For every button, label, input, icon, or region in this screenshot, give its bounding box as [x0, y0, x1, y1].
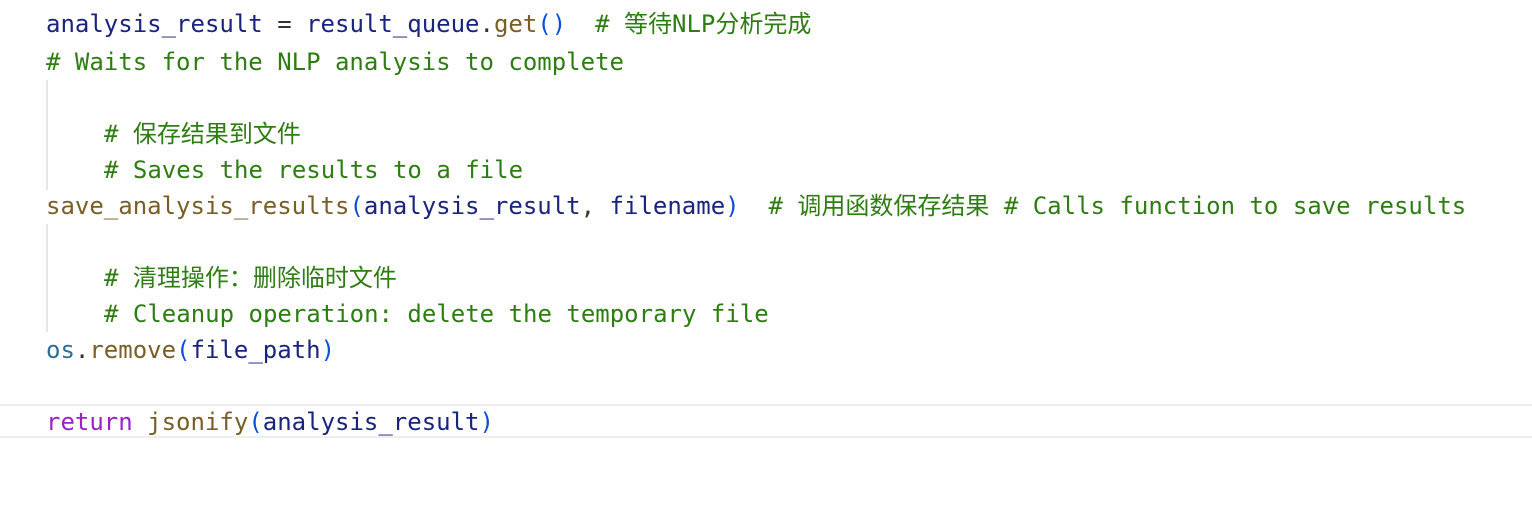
object-token: result_queue	[306, 10, 480, 38]
dot-token: .	[479, 10, 494, 38]
module-token: os	[46, 336, 75, 364]
code-line-12[interactable]: return jsonify(analysis_result)	[0, 404, 1532, 440]
code-line-10[interactable]: os.remove(file_path)	[0, 332, 1532, 368]
operator-token: =	[262, 10, 307, 38]
argument-token: analysis_result	[262, 408, 480, 436]
function-token: remove	[89, 336, 177, 364]
keyword-token: return	[46, 408, 133, 436]
comment-token: # Saves the results to a file	[104, 156, 524, 184]
comment-token: # 调用函数保存结果 # Calls function to save resu…	[739, 192, 1467, 220]
function-token: jsonify	[147, 408, 249, 436]
paren-token: (	[349, 192, 364, 220]
code-line-8[interactable]: # 清理操作：删除临时文件	[0, 260, 1532, 296]
variable-token: analysis_result	[46, 10, 263, 38]
paren-token: )	[479, 408, 494, 436]
code-line-4[interactable]: # 保存结果到文件	[0, 116, 1532, 152]
paren-token: )	[725, 192, 740, 220]
paren-token: (	[248, 408, 263, 436]
comment-token: # 保存结果到文件	[104, 120, 301, 148]
comment-token: # Cleanup operation: delete the temporar…	[104, 300, 769, 328]
dot-token: .	[74, 336, 90, 364]
code-line-content: return jsonify(analysis_result)	[46, 404, 494, 440]
comment-token: # 清理操作：删除临时文件	[104, 264, 397, 292]
code-line-5[interactable]: # Saves the results to a file	[0, 152, 1532, 188]
code-line-6[interactable]: save_analysis_results(analysis_result, f…	[0, 188, 1532, 224]
code-line-1[interactable]: analysis_result = result_queue.get() # 等…	[0, 6, 1532, 42]
code-editor[interactable]: analysis_result = result_queue.get() # 等…	[0, 0, 1532, 470]
argument-token: file_path	[190, 336, 321, 364]
function-token: save_analysis_results	[46, 192, 350, 220]
comma-token: ,	[580, 192, 610, 220]
argument-token: analysis_result	[363, 192, 581, 220]
code-line-2[interactable]: # Waits for the NLP analysis to complete	[0, 44, 1532, 80]
code-line-content: save_analysis_results(analysis_result, f…	[46, 188, 1466, 224]
comment-token: # Waits for the NLP analysis to complete	[46, 48, 624, 76]
paren-token: )	[320, 336, 336, 364]
argument-token: filename	[609, 192, 726, 220]
paren-token: ()	[537, 10, 567, 38]
comment-token: # 等待NLP分析完成	[566, 10, 812, 38]
code-line-content: os.remove(file_path)	[46, 332, 335, 368]
code-line-content: analysis_result = result_queue.get() # 等…	[46, 6, 811, 42]
code-line-9[interactable]: # Cleanup operation: delete the temporar…	[0, 296, 1532, 332]
function-token: get	[493, 10, 538, 38]
paren-token: (	[176, 336, 191, 364]
